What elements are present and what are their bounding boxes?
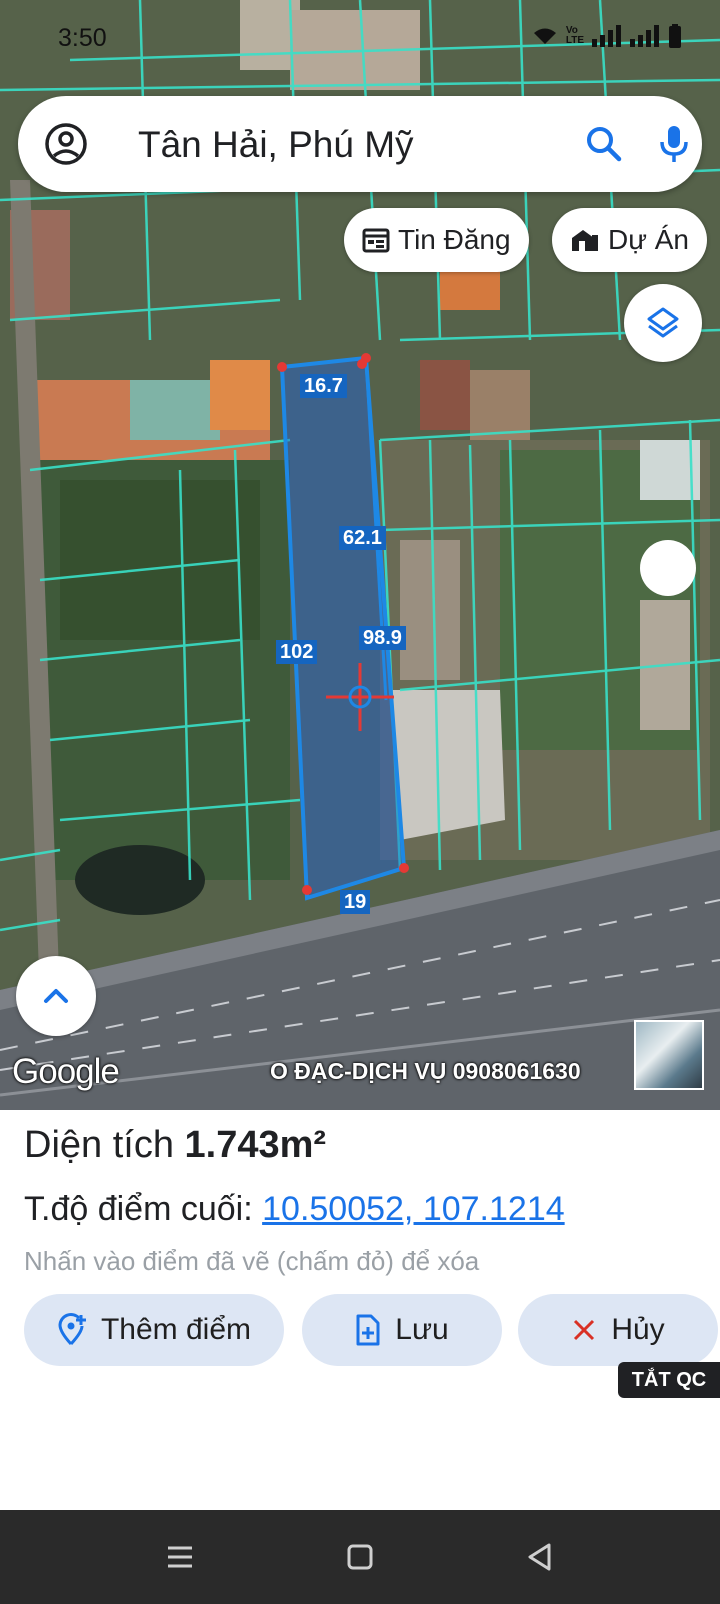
coord-line: T.độ điểm cuối: 10.50052, 107.1214	[24, 1190, 565, 1229]
add-point-button[interactable]: Thêm điểm	[24, 1294, 284, 1366]
hint-text: Nhấn vào điểm đã vẽ (chấm đỏ) để xóa	[24, 1246, 480, 1276]
area-label: Diện tích	[24, 1124, 174, 1166]
expand-button[interactable]	[16, 956, 96, 1036]
close-icon	[574, 1319, 595, 1341]
add-location-icon	[58, 1313, 86, 1346]
cancel-label: Hủy	[611, 1313, 665, 1346]
watermark-text: O ĐẠC-DỊCH VỤ 0908061630	[270, 1058, 581, 1084]
google-logo: Google	[12, 1052, 120, 1091]
project-icon	[572, 230, 598, 251]
coord-label: T.độ điểm cuối:	[24, 1190, 253, 1228]
home-icon[interactable]	[343, 1540, 377, 1574]
chevron-up-icon	[44, 989, 68, 1003]
battery-icon	[669, 24, 681, 48]
edge-label-inner: 62.1	[339, 526, 386, 550]
status-time: 3:50	[58, 24, 107, 52]
search-icon[interactable]	[580, 120, 628, 168]
save-file-icon	[356, 1314, 380, 1346]
cancel-button[interactable]: Hủy	[518, 1294, 718, 1366]
back-icon[interactable]	[523, 1540, 557, 1574]
edge-label-left: 102	[276, 640, 318, 664]
search-query[interactable]: Tân Hải, Phú Mỹ	[138, 124, 414, 166]
menu-icon[interactable]	[163, 1540, 197, 1574]
signal-icon	[592, 25, 621, 47]
save-label: Lưu	[395, 1313, 449, 1346]
layers-icon	[647, 307, 679, 338]
wifi-icon	[533, 28, 556, 44]
ad-thumbnail[interactable]	[634, 1020, 704, 1090]
signal-icon-2	[630, 25, 659, 47]
layers-button[interactable]	[624, 284, 702, 362]
coord-link[interactable]: 10.50052, 107.1214	[262, 1190, 565, 1228]
area-line: Diện tích 1.743m²	[24, 1124, 326, 1167]
system-navbar	[0, 1510, 720, 1604]
edge-label-right: 98.9	[359, 626, 406, 650]
save-button[interactable]: Lưu	[302, 1294, 502, 1366]
location-dot[interactable]	[640, 540, 696, 596]
add-point-label: Thêm điểm	[100, 1313, 252, 1346]
search-bar[interactable]: Tân Hải, Phú Mỹ	[18, 96, 702, 192]
measurement-sheet: Diện tích 1.743m² T.độ điểm cuối: 10.500…	[0, 1110, 720, 1510]
edge-label-bottom: 19	[340, 890, 371, 914]
listing-icon	[362, 228, 390, 253]
edge-label-top: 16.7	[300, 374, 347, 398]
du-an-chip[interactable]: Dự Án	[552, 208, 707, 272]
status-icons: Vo LTE	[532, 24, 682, 48]
volte-badge: Vo LTE	[565, 25, 584, 46]
map-view[interactable]: 16.7 62.1 102 98.9 19 3:50 Vo LTE Tân Hải…	[0, 0, 720, 1110]
area-value: 1.743m²	[184, 1124, 327, 1166]
mic-icon[interactable]	[650, 120, 698, 168]
ads-off-button[interactable]: TẮT QC	[618, 1362, 720, 1398]
account-icon[interactable]	[42, 120, 90, 168]
du-an-label: Dự Án	[608, 224, 689, 255]
tin-dang-chip[interactable]: Tin Đăng	[344, 208, 529, 272]
tin-dang-label: Tin Đăng	[398, 224, 511, 255]
